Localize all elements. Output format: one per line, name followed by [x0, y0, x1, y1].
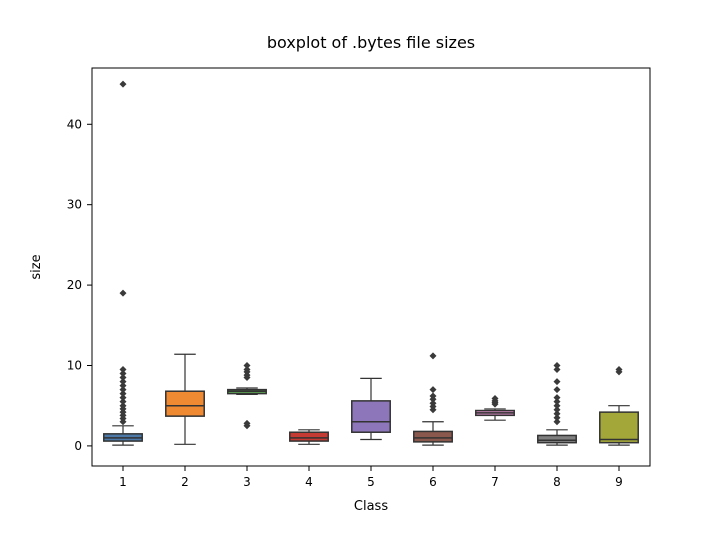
- outlier-diamond: [554, 386, 561, 393]
- box: [290, 432, 328, 441]
- outlier-diamond: [554, 394, 561, 401]
- outlier-diamond: [430, 386, 437, 393]
- box: [600, 412, 638, 443]
- x-tick-label: 8: [553, 475, 561, 489]
- outlier-diamond: [120, 81, 127, 88]
- box: [414, 431, 452, 441]
- outlier-diamond: [554, 378, 561, 385]
- x-tick-label: 1: [119, 475, 127, 489]
- outlier-diamond: [244, 362, 251, 369]
- x-tick-label: 4: [305, 475, 313, 489]
- box: [352, 401, 390, 432]
- x-tick-label: 9: [615, 475, 623, 489]
- box: [166, 391, 204, 416]
- y-tick-label: 20: [67, 278, 82, 292]
- outlier-diamond: [554, 362, 561, 369]
- x-tick-label: 5: [367, 475, 375, 489]
- chart-container: boxplot of .bytes file sizes size Class 0 10…: [0, 0, 720, 540]
- x-tick-label: 6: [429, 475, 437, 489]
- outlier-diamond: [430, 352, 437, 359]
- y-axis-label: size: [29, 254, 44, 279]
- y-tick-label: 30: [67, 198, 82, 212]
- x-tick-label: 3: [243, 475, 251, 489]
- boxplot-svg: boxplot of .bytes file sizes size Class 0 10…: [0, 0, 720, 540]
- y-tick-label: 10: [67, 358, 82, 372]
- outlier-diamond: [120, 366, 127, 373]
- outlier-diamond: [120, 290, 127, 297]
- x-axis-label: Class: [354, 499, 388, 514]
- chart-title: boxplot of .bytes file sizes: [267, 33, 475, 52]
- y-tick-label: 0: [74, 439, 82, 453]
- y-tick-label: 40: [67, 117, 82, 131]
- x-tick-label: 7: [491, 475, 499, 489]
- box: [538, 435, 576, 442]
- x-tick-label: 2: [181, 475, 189, 489]
